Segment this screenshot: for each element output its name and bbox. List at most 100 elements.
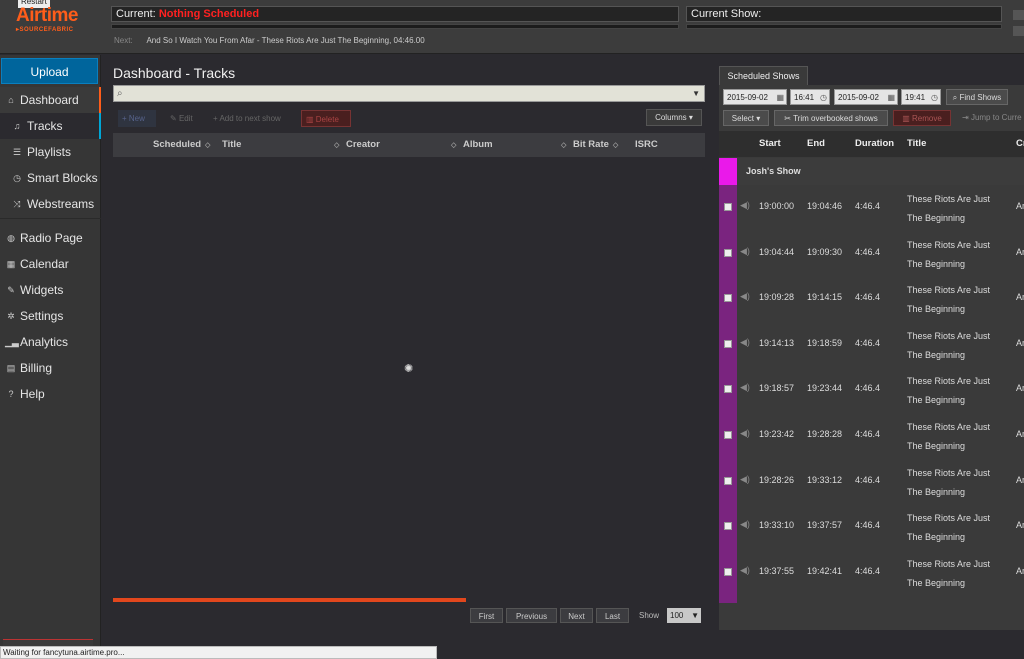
jump-to-current-button[interactable]: ⇥ Jump to Curre — [962, 110, 1024, 126]
sidebar-item-settings[interactable]: ✲ Settings — [0, 303, 101, 329]
column-header-scheduled[interactable]: Scheduled ◇ — [153, 133, 210, 158]
calendar-icon[interactable]: ▦ — [887, 90, 895, 106]
column-header-album[interactable]: Album — [463, 133, 493, 157]
row-checkbox[interactable] — [724, 294, 732, 303]
delete-button[interactable]: ▥ Delete — [301, 110, 351, 127]
row-checkbox[interactable] — [724, 203, 732, 211]
next-label: Next: — [114, 36, 133, 45]
row-creator: Ar — [1016, 474, 1024, 485]
select-button[interactable]: Select ▾ — [723, 110, 769, 126]
sidebar-item-help[interactable]: ? Help — [0, 381, 101, 407]
sidebar-item-analytics[interactable]: ▁▃ Analytics — [0, 329, 101, 355]
pagination-previous-button[interactable]: Previous — [506, 608, 557, 623]
panel-toggle-button[interactable] — [1013, 10, 1024, 20]
speaker-icon[interactable]: ◀) — [740, 565, 750, 576]
table-row[interactable]: ◀) 19:37:55 19:42:41 4:46.4 These Riots Are … — [719, 550, 1024, 596]
column-header-duration[interactable]: Duration — [855, 131, 894, 157]
columns-button[interactable]: Columns ▾ — [646, 109, 702, 126]
panel-toggle-button-2[interactable] — [1013, 26, 1024, 36]
sort-icon[interactable]: ◇ — [447, 133, 456, 158]
edit-button[interactable]: ✎ Edit — [166, 110, 197, 127]
table-row[interactable]: ◀) 19:14:13 19:18:59 4:46.4 These Riots Are … — [719, 322, 1024, 368]
table-row[interactable]: ◀) 19:23:42 19:28:28 4:46.4 These Riots Are … — [719, 413, 1024, 459]
sidebar-item-smart-blocks[interactable]: ◷ Smart Blocks — [0, 165, 101, 191]
speaker-icon[interactable]: ◀) — [740, 382, 750, 393]
clock-icon[interactable]: ◷ — [931, 90, 938, 106]
column-header-title[interactable]: Title — [907, 131, 926, 157]
speaker-icon[interactable]: ◀) — [740, 291, 750, 302]
speaker-icon[interactable]: ◀) — [740, 337, 750, 348]
row-checkbox[interactable] — [724, 385, 732, 394]
find-shows-button[interactable]: ⌕ Find Shows — [946, 89, 1008, 105]
column-header-title[interactable]: Title — [222, 133, 241, 157]
row-start: 19:37:55 — [759, 565, 795, 576]
speaker-icon[interactable]: ◀) — [740, 474, 750, 485]
tab-scheduled-shows[interactable]: Scheduled Shows — [719, 66, 808, 85]
chevron-down-icon[interactable]: ▼ — [692, 86, 700, 101]
search-input[interactable]: ⌕ ▼ — [113, 85, 705, 102]
trim-overbooked-button[interactable]: ✂ Trim overbooked shows — [774, 110, 888, 126]
next-track-line: Next: And So I Watch You From Afar - The… — [114, 36, 425, 45]
row-checkbox[interactable] — [724, 522, 732, 531]
speaker-icon[interactable]: ◀) — [740, 428, 750, 439]
pagination-first-button[interactable]: First — [470, 608, 503, 623]
sidebar-item-playlists[interactable]: ☰ Playlists — [0, 139, 101, 165]
row-creator: Ar — [1016, 565, 1024, 576]
row-creator: Ar — [1016, 429, 1024, 439]
trash-icon: ▥ — [306, 115, 316, 124]
row-start: 19:33:10 — [759, 520, 795, 531]
new-button[interactable]: + New — [118, 110, 156, 127]
pagination-next-button[interactable]: Next — [560, 608, 593, 623]
sidebar-item-widgets[interactable]: ✎ Widgets — [0, 277, 101, 303]
row-title: These Riots Are Just The Beginning — [907, 422, 991, 451]
row-checkbox[interactable] — [724, 339, 732, 348]
sidebar-item-tracks[interactable]: ♫ Tracks — [0, 113, 101, 139]
sidebar-item-billing[interactable]: ▤ Billing — [0, 355, 101, 381]
sidebar-item-radio-page[interactable]: ◍ Radio Page — [0, 225, 101, 251]
sidebar-item-dashboard[interactable]: ⌂ Dashboard — [0, 87, 101, 113]
speaker-icon[interactable]: ◀) — [740, 200, 750, 211]
end-time-input[interactable]: 19:41 ◷ — [901, 89, 941, 105]
remove-button[interactable]: ▥ Remove — [893, 110, 951, 126]
table-row[interactable]: ◀) 19:33:10 19:37:57 4:46.4 These Riots Are … — [719, 504, 1024, 550]
table-row[interactable]: ◀) 19:00:00 19:04:46 4:46.4 These Riots Are … — [719, 185, 1024, 231]
shuffle-icon: ⤨ — [13, 199, 21, 209]
table-row[interactable]: ◀) 19:28:26 19:33:12 4:46.4 These Riots Are … — [719, 459, 1024, 505]
delete-label: Delete — [315, 115, 339, 124]
sort-icon[interactable]: ◇ — [557, 133, 566, 158]
row-start: 19:04:44 — [759, 246, 795, 257]
column-header-start[interactable]: Start — [759, 131, 781, 157]
row-checkbox[interactable] — [724, 248, 732, 257]
column-header-isrc[interactable]: ISRC — [635, 133, 658, 157]
page-size-select[interactable]: 100 ▼ — [667, 608, 701, 623]
row-checkbox[interactable] — [724, 431, 732, 439]
calendar-icon[interactable]: ▦ — [776, 90, 784, 106]
upload-button[interactable]: Upload — [1, 58, 98, 84]
table-row[interactable]: ◀) 19:04:44 19:09:30 4:46.4 These Riots Are … — [719, 231, 1024, 277]
sidebar-item-calendar[interactable]: ▦ Calendar — [0, 251, 101, 277]
sidebar-item-webstreams[interactable]: ⤨ Webstreams — [0, 191, 101, 217]
table-row[interactable]: ◀) 19:18:57 19:23:44 4:46.4 These Riots Are … — [719, 367, 1024, 413]
end-date-input[interactable]: 2015-09-02 ▦ — [834, 89, 898, 105]
column-header-creator[interactable]: Creator — [346, 133, 380, 157]
pagination-last-button[interactable]: Last — [596, 608, 629, 623]
speaker-icon[interactable]: ◀) — [740, 519, 750, 530]
column-header-creator[interactable]: Cr — [1016, 131, 1024, 157]
start-time-input[interactable]: 16:41 ◷ — [790, 89, 830, 105]
add-to-next-show-button[interactable]: + Add to next show — [209, 110, 285, 127]
start-date-input[interactable]: 2015-09-02 ▦ — [723, 89, 787, 105]
logo[interactable]: Airtime ▸SOURCEFABRIC — [16, 6, 78, 34]
row-creator: Ar — [1016, 201, 1024, 211]
sort-icon[interactable]: ◇ — [330, 133, 339, 158]
show-header-row[interactable]: Josh's Show — [719, 158, 1024, 185]
row-checkbox[interactable] — [724, 567, 732, 576]
column-header-bit-rate[interactable]: Bit Rate ◇ — [573, 133, 618, 158]
table-row[interactable]: ◀) 19:09:28 19:14:15 4:46.4 These Riots Are … — [719, 276, 1024, 322]
clock-icon[interactable]: ◷ — [820, 90, 827, 106]
list-icon: ☰ — [12, 147, 22, 157]
column-header-end[interactable]: End — [807, 131, 825, 157]
row-checkbox[interactable] — [724, 476, 732, 485]
speaker-icon[interactable]: ◀) — [740, 246, 750, 257]
row-duration: 4:46.4 — [855, 520, 881, 531]
sidebar-item-label: Help — [20, 387, 45, 401]
